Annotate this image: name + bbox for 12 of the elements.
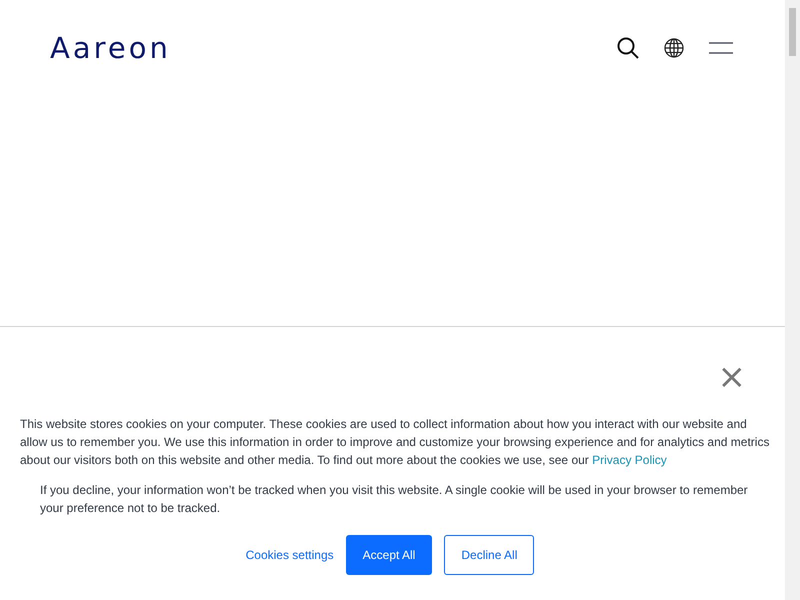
- scrollbar[interactable]: [785, 0, 800, 600]
- decline-button[interactable]: Decline All: [444, 535, 534, 575]
- decline-note: If you decline, your information won’t be tracked when you visit this website. A single cookie will be used in your browser to remember your preference not to be tracked.: [40, 482, 749, 517]
- menu-icon[interactable]: [709, 42, 733, 54]
- logo[interactable]: Aareon: [50, 30, 171, 64]
- close-button[interactable]: ×: [718, 363, 746, 391]
- cookie-message: This website stores cookies on your computer. These cookies are used to collect information about how you interact with our website and allow us to remember you. We use this information in order to improve and customize your browsing experience and for analytics and metrics about our visitors both on this website and other media. To find out more about the cookies we use, see our Privacy Policy: [20, 416, 770, 469]
- settings-link[interactable]: Cookies settings: [246, 535, 334, 575]
- privacy-policy-link[interactable]: Privacy Policy: [592, 453, 667, 467]
- globe-icon[interactable]: [664, 38, 684, 58]
- accept-button[interactable]: Accept All: [346, 535, 432, 575]
- search-icon[interactable]: [617, 36, 639, 58]
